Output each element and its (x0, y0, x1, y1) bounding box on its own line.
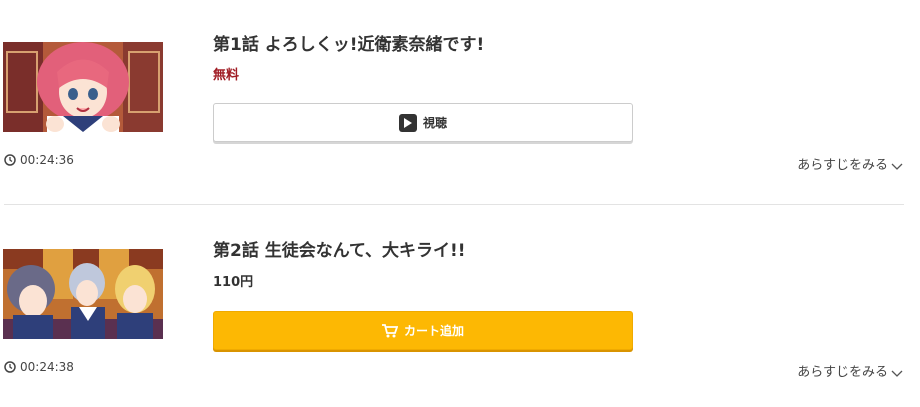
episode-title[interactable]: 第2話 生徒会なんて、大キライ!! (213, 236, 466, 261)
episode-thumbnail[interactable] (3, 249, 163, 339)
episode-duration: 00:24:38 (4, 360, 74, 374)
clock-icon (4, 361, 16, 373)
episode-price: 無料 (213, 68, 240, 83)
add-to-cart-button[interactable]: カート追加 (213, 311, 633, 350)
watch-button[interactable]: 視聴 (213, 103, 633, 142)
chevron-down-icon (891, 367, 903, 377)
duration-text: 00:24:36 (20, 153, 74, 167)
add-to-cart-label: カート追加 (403, 324, 464, 338)
synopsis-label: あらすじをみる (797, 365, 888, 380)
episode-item: 第2話 生徒会なんて、大キライ!! 110円 カート追加 00:24:38 あら… (0, 205, 920, 407)
episode-title[interactable]: 第1話 よろしくッ!近衛素奈緒です! (213, 30, 484, 55)
cart-icon (381, 323, 399, 338)
episode-duration: 00:24:36 (4, 153, 74, 167)
chevron-down-icon (891, 160, 903, 170)
clock-icon (4, 154, 16, 166)
synopsis-toggle[interactable]: あらすじをみる (797, 154, 903, 173)
watch-button-label: 視聴 (422, 116, 447, 130)
episode-thumbnail[interactable] (3, 42, 163, 132)
play-icon (398, 113, 417, 132)
duration-text: 00:24:38 (20, 360, 74, 374)
episode-price: 110円 (213, 275, 254, 290)
synopsis-toggle[interactable]: あらすじをみる (797, 361, 903, 380)
synopsis-label: あらすじをみる (797, 158, 888, 173)
episode-item: 第1話 よろしくッ!近衛素奈緒です! 無料 視聴 00:24:36 あらすじをみ… (0, 0, 920, 204)
